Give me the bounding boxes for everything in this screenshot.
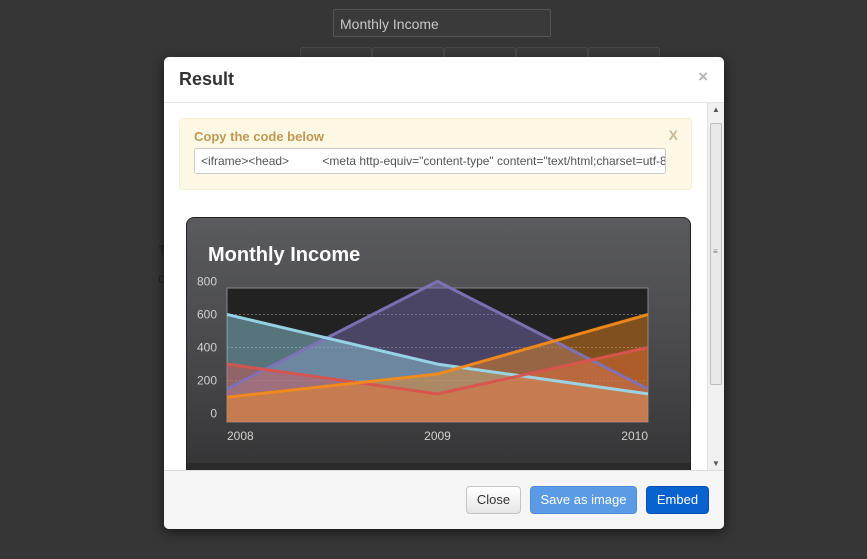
- alert-title: Copy the code below: [194, 129, 325, 144]
- close-icon[interactable]: ×: [698, 67, 708, 87]
- close-button[interactable]: Close: [466, 486, 521, 514]
- x-tick-label: 2009: [424, 429, 451, 443]
- result-modal: Result × Copy the code below X <iframe><…: [164, 57, 724, 529]
- chart-footer: [187, 463, 690, 470]
- y-tick-label: 0: [210, 407, 217, 421]
- modal-header: Result ×: [164, 57, 724, 103]
- alert-close-icon[interactable]: X: [669, 127, 678, 143]
- y-tick-label: 200: [197, 374, 217, 388]
- area-chart: 0 200 400 600 800 2008 2009 2010: [197, 274, 649, 443]
- modal-body[interactable]: Copy the code below X <iframe><head> <me…: [164, 103, 724, 470]
- vertical-scrollbar[interactable]: ▲ ≡ ▼: [707, 103, 724, 470]
- y-tick-label: 800: [197, 274, 217, 288]
- save-as-image-button[interactable]: Save as image: [530, 486, 637, 514]
- modal-title: Result: [179, 69, 235, 89]
- embed-button[interactable]: Embed: [646, 486, 709, 514]
- modal-footer: Close Save as image Embed: [164, 470, 724, 529]
- scroll-down-icon[interactable]: ▼: [712, 459, 720, 468]
- copy-code-alert: Copy the code below X <iframe><head> <me…: [179, 118, 692, 190]
- x-tick-label: 2010: [621, 429, 648, 443]
- scroll-thumb[interactable]: ≡: [710, 123, 722, 385]
- y-tick-label: 400: [197, 341, 217, 355]
- scroll-up-icon[interactable]: ▲: [712, 105, 720, 114]
- chart-container: Monthly Income 0 200 400 600 800 2008 2009 2010: [186, 217, 691, 470]
- grip-icon: ≡: [713, 247, 718, 256]
- y-tick-label: 600: [197, 307, 217, 321]
- embed-code-field[interactable]: <iframe><head> <meta http-equiv="content…: [194, 148, 666, 174]
- x-tick-label: 2008: [227, 429, 254, 443]
- background-title-input: Monthly Income: [333, 9, 551, 37]
